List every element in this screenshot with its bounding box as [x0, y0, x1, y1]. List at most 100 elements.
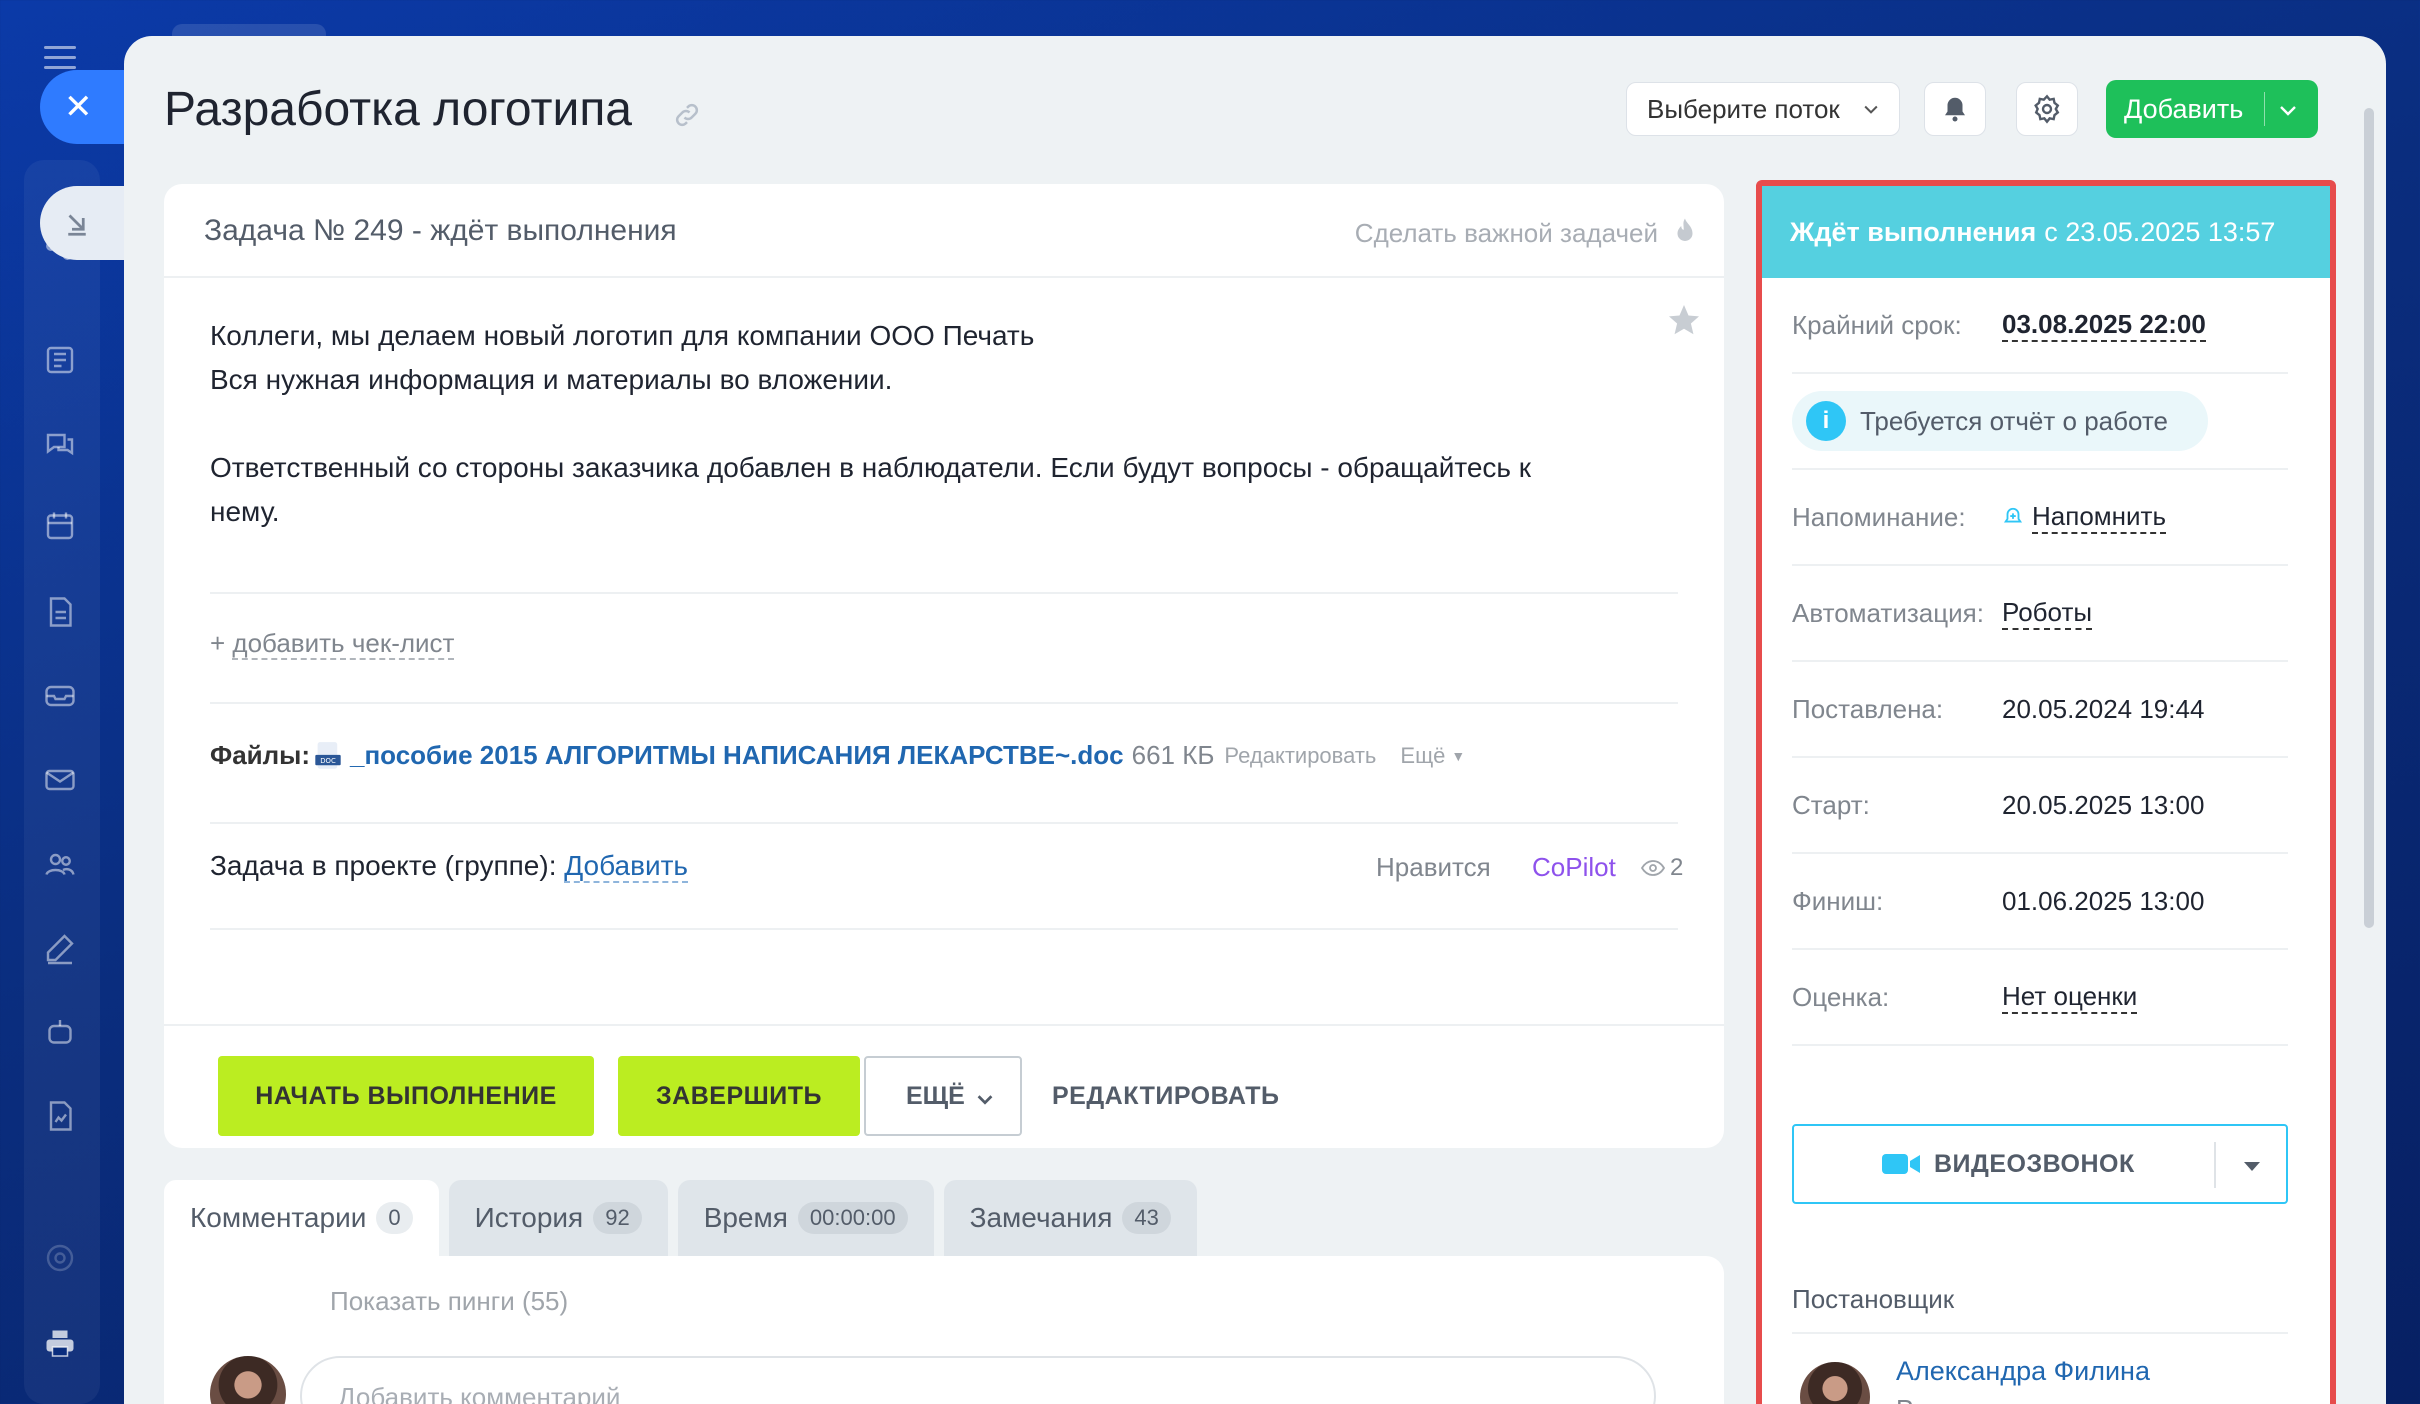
description-line: Вся нужная информация и материалы во вло…: [210, 364, 893, 395]
deadline-row: Крайний срок: 03.08.2025 22:00: [1792, 278, 2288, 374]
chevron-down-icon[interactable]: [2276, 98, 2300, 122]
star-icon[interactable]: [1666, 302, 1702, 338]
notifications-button[interactable]: [1924, 82, 1986, 136]
doc-file-icon: DOC: [315, 741, 341, 769]
add-button-divider: [2264, 92, 2265, 126]
avatar[interactable]: [1800, 1362, 1870, 1404]
calendar-icon[interactable]: [42, 508, 78, 544]
bell-plus-icon: [2003, 507, 2023, 523]
start-task-button[interactable]: НАЧАТЬ ВЫПОЛНЕНИЕ: [218, 1056, 594, 1136]
task-heading: Задача № 249 - ждёт выполнения: [204, 214, 677, 247]
tab-count: 00:00:00: [797, 1202, 908, 1234]
bell-icon: [1945, 97, 1965, 122]
finish-task-label: ЗАВЕРШИТЬ: [656, 1081, 822, 1110]
caret-down-icon[interactable]: ▼: [1451, 748, 1465, 764]
pen-icon[interactable]: [42, 930, 78, 966]
document-icon[interactable]: [42, 594, 78, 630]
status-label: Ждёт выполнения: [1790, 216, 2037, 247]
rating-label: Оценка:: [1792, 981, 1890, 1012]
add-button[interactable]: Добавить: [2106, 80, 2318, 138]
chevron-down-icon: [977, 1095, 993, 1105]
project-add-link[interactable]: Добавить: [564, 850, 689, 883]
task-side-panel: Ждёт выполнения с 23.05.2025 13:57 Крайн…: [1756, 180, 2336, 1404]
show-pings-link[interactable]: Показать пинги (55): [330, 1286, 568, 1317]
tab-remarks[interactable]: Замечания 43: [943, 1180, 1197, 1256]
finish-task-button[interactable]: ЗАВЕРШИТЬ: [618, 1056, 860, 1136]
report-required-badge: i Требуется отчёт о работе: [1792, 391, 2208, 451]
flow-select-label: Выберите поток: [1647, 93, 1840, 124]
caret-down-icon[interactable]: [2240, 1156, 2264, 1176]
finish-label: Финиш:: [1792, 885, 1884, 916]
close-icon: ✕: [64, 88, 93, 126]
chevron-down-icon: [1864, 105, 1878, 114]
description-line: [210, 402, 1650, 446]
divider: [210, 702, 1678, 704]
files-label: Файлы:: [210, 740, 311, 770]
printer-icon[interactable]: [42, 1326, 78, 1362]
creator-position: Руководитель отдела маркетинга: [1896, 1392, 2256, 1404]
chat-icon[interactable]: [42, 426, 78, 462]
more-actions-label: ЕЩЁ: [906, 1081, 965, 1110]
automation-label: Автоматизация:: [1792, 597, 1984, 628]
tab-comments[interactable]: Комментарии 0: [164, 1180, 439, 1256]
settings-icon[interactable]: [42, 1240, 78, 1276]
video-camera-icon: [1882, 1154, 1920, 1174]
scrollbar[interactable]: [2364, 108, 2374, 928]
signature-icon[interactable]: [42, 1098, 78, 1134]
finish-row: Финиш: 01.06.2025 13:00: [1792, 854, 2288, 950]
tab-count: 43: [1122, 1202, 1171, 1234]
rating-link[interactable]: Нет оценки: [2002, 981, 2138, 1014]
reminder-link[interactable]: Напомнить: [2032, 501, 2166, 534]
status-banner: Ждёт выполнения с 23.05.2025 13:57: [1762, 186, 2330, 278]
divider: [210, 928, 1678, 930]
menu-icon[interactable]: [44, 46, 76, 70]
creator-section-label: Постановщик: [1792, 1284, 1955, 1314]
like-button[interactable]: Нравится: [1376, 852, 1491, 883]
users-icon[interactable]: [42, 846, 78, 882]
start-value: 20.05.2025 13:00: [2002, 789, 2205, 820]
comment-input[interactable]: Добавить комментарий: [300, 1356, 1656, 1404]
divider: [210, 592, 1678, 594]
make-important-link[interactable]: Сделать важной задачей: [1355, 218, 1658, 249]
edit-task-button[interactable]: РЕДАКТИРОВАТЬ: [1052, 1082, 1279, 1111]
start-row: Старт: 20.05.2025 13:00: [1792, 758, 2288, 854]
file-link[interactable]: _пособие 2015 АЛГОРИТМЫ НАПИСАНИЯ ЛЕКАРС…: [350, 740, 1124, 771]
created-row: Поставлена: 20.05.2024 19:44: [1792, 662, 2288, 758]
task-description: Коллеги, мы делаем новый логотип для ком…: [210, 314, 1650, 534]
tab-label: Время: [703, 1202, 788, 1233]
copilot-button[interactable]: CoPilot: [1532, 852, 1616, 883]
settings-button[interactable]: [2016, 82, 2078, 136]
add-checklist-link[interactable]: добавить чек-лист: [232, 628, 455, 660]
robot-icon[interactable]: [42, 1014, 78, 1050]
more-actions-button[interactable]: ЕЩЁ: [864, 1056, 1022, 1136]
tab-time[interactable]: Время 00:00:00: [677, 1180, 934, 1256]
link-icon[interactable]: [672, 100, 702, 130]
video-call-divider: [2214, 1142, 2216, 1188]
file-edit-link[interactable]: Редактировать: [1224, 743, 1376, 769]
newspaper-icon[interactable]: [42, 342, 78, 378]
status-since: с 23.05.2025 13:57: [2044, 216, 2276, 247]
rating-row: Оценка: Нет оценки: [1792, 950, 2288, 1046]
tab-count: 92: [593, 1202, 642, 1234]
finish-value: 01.06.2025 13:00: [2002, 885, 2205, 916]
info-icon: i: [1806, 401, 1846, 441]
robots-link[interactable]: Роботы: [2002, 597, 2093, 630]
inbox-icon[interactable]: [42, 678, 78, 714]
tab-history[interactable]: История 92: [448, 1180, 668, 1256]
mail-icon[interactable]: [42, 762, 78, 798]
add-button-label: Добавить: [2124, 93, 2244, 124]
description-line: Ответственный со стороны заказчика добав…: [210, 452, 1532, 483]
file-size: 661 КБ: [1131, 740, 1215, 770]
creator-name-link[interactable]: Александра Филина: [1896, 1356, 2150, 1387]
video-call-button[interactable]: ВИДЕОЗВОНОК: [1792, 1124, 2288, 1204]
flow-select[interactable]: Выберите поток: [1626, 82, 1900, 136]
file-more-link[interactable]: Ещё: [1400, 743, 1445, 769]
task-card: Задача № 249 - ждёт выполнения Сделать в…: [164, 184, 1724, 1148]
comments-panel: Показать пинги (55) Добавить комментарий: [164, 1256, 1724, 1404]
add-checklist[interactable]: + добавить чек-лист: [210, 628, 455, 660]
deadline-value[interactable]: 03.08.2025 22:00: [2002, 309, 2206, 342]
files-row: Файлы: DOC _пособие 2015 АЛГОРИТМЫ НАПИС…: [210, 740, 1465, 771]
project-label: Задача в проекте (группе):: [210, 850, 557, 881]
flame-icon[interactable]: [1670, 214, 1700, 248]
tab-label: Комментарии: [190, 1202, 367, 1233]
